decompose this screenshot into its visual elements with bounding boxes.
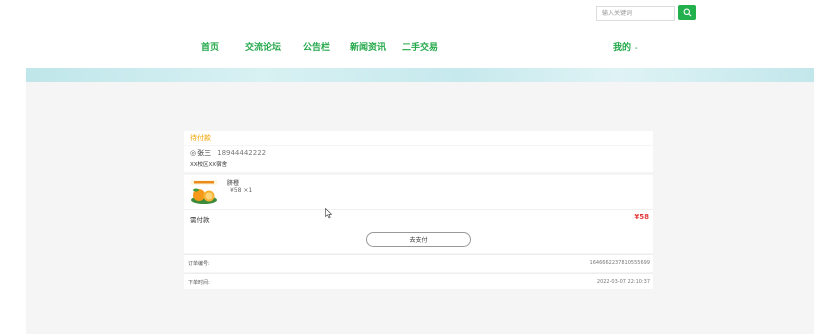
order-time-row: 下单时间: 2022-03-07 22:10:37 (184, 273, 653, 289)
search-input[interactable]: 输入关键词 (596, 6, 675, 21)
payable-amount: ¥58 (634, 213, 649, 221)
goods-card: 脐橙 ¥58 ×1 (184, 175, 653, 209)
address-detail: XX校区XX宿舍 (190, 162, 228, 168)
main-nav: 首页 交流论坛 公告栏 新闻资讯 二手交易 我的 - (0, 40, 840, 54)
order-number-row: 订单编号: 1646662237810555699 (184, 254, 653, 272)
order-time-label: 下单时间: (188, 280, 210, 286)
goods-image[interactable] (190, 178, 218, 206)
nav-mine-label: 我的 (613, 43, 632, 53)
banner (26, 68, 814, 82)
payable-row: 需付款 ¥58 (184, 209, 653, 226)
pay-action-row: 去支付 (184, 226, 653, 253)
search-icon (683, 8, 691, 17)
pay-button[interactable]: 去支付 (366, 232, 471, 247)
order-status-card: 待付款 (184, 131, 653, 145)
order-status: 待付款 (190, 134, 211, 142)
contact-name: 张三 (197, 149, 212, 157)
mouse-cursor-icon (325, 208, 333, 219)
payable-label: 需付款 (190, 216, 210, 224)
search-button[interactable] (678, 5, 696, 20)
nav-forum[interactable]: 交流论坛 (245, 40, 281, 53)
address-card: ◎张三 18944442222 XX校区XX宿舍 (184, 146, 653, 172)
address-contact: ◎张三 18944442222 (190, 148, 266, 158)
order-time: 2022-03-07 22:10:37 (596, 279, 650, 285)
order-number-label: 订单编号: (188, 261, 210, 267)
goods-price: ¥58 ×1 (230, 187, 253, 194)
nav-mine[interactable]: 我的 - (613, 40, 638, 53)
goods-name: 脐橙 (227, 180, 240, 187)
chevron-down-icon: - (635, 45, 638, 52)
location-pin-icon: ◎ (190, 149, 197, 157)
header: 输入关键词 首页 交流论坛 公告栏 新闻资讯 二手交易 我的 - (0, 0, 840, 70)
order-number: 1646662237810555699 (589, 260, 650, 266)
nav-notice[interactable]: 公告栏 (303, 40, 330, 53)
nav-home[interactable]: 首页 (201, 40, 219, 53)
nav-second-hand[interactable]: 二手交易 (402, 40, 438, 53)
nav-news[interactable]: 新闻资讯 (350, 40, 386, 53)
contact-phone: 18944442222 (217, 149, 267, 157)
